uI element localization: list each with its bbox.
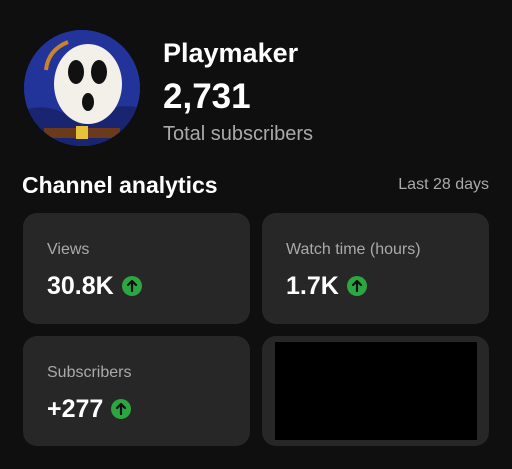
arrow-up-circle-icon: [111, 399, 132, 419]
subscriber-count: 2,731: [163, 77, 251, 116]
period-selector[interactable]: Last 28 days: [398, 175, 489, 195]
channel-analytics-screen: Playmaker 2,731 Total subscribers Channe…: [0, 0, 512, 469]
card-label: Watch time (hours): [286, 241, 421, 258]
card-value: 30.8K: [47, 272, 114, 300]
section-title: Channel analytics: [22, 172, 218, 198]
views-card[interactable]: Views 30.8K: [23, 213, 250, 324]
card-label: Subscribers: [47, 364, 132, 381]
arrow-up-circle-icon: [346, 276, 367, 296]
shy-guy-avatar-icon: [24, 30, 140, 146]
channel-name: Playmaker: [163, 38, 299, 68]
watch-time-card[interactable]: Watch time (hours) 1.7K: [262, 213, 489, 324]
arrow-up-circle-icon: [121, 276, 142, 296]
subscribers-card[interactable]: Subscribers +277: [23, 336, 250, 446]
card-label: Views: [47, 241, 90, 258]
redacted-area: [275, 342, 477, 440]
redacted-card: [262, 336, 489, 446]
subscriber-label: Total subscribers: [163, 123, 314, 145]
card-value: +277: [47, 395, 104, 423]
card-value: 1.7K: [286, 272, 339, 300]
channel-avatar[interactable]: [24, 30, 140, 146]
